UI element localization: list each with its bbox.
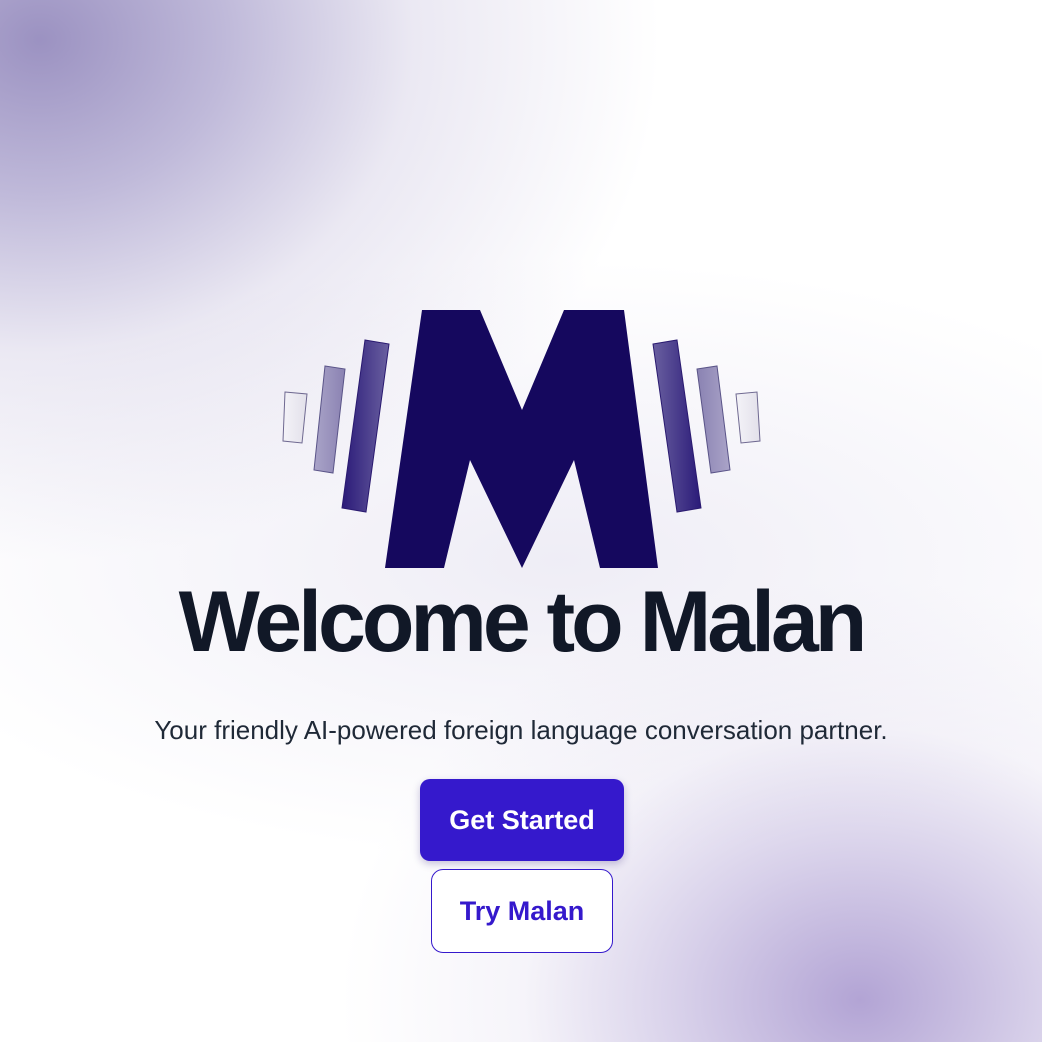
malan-logo-icon [282, 310, 761, 568]
soundwave-bar-right-outer [735, 391, 761, 444]
soundwave-bar-left-outer [282, 391, 308, 444]
get-started-button[interactable]: Get Started [420, 779, 624, 861]
try-malan-button[interactable]: Try Malan [431, 869, 613, 953]
soundwave-bar-right-inner [652, 339, 702, 513]
soundwave-bar-right-middle [696, 365, 731, 474]
page-subtitle: Your friendly AI-powered foreign languag… [154, 715, 888, 745]
soundwave-bar-left-middle [313, 365, 346, 474]
soundwave-bar-left-inner [341, 339, 390, 513]
m-letter-shape [385, 310, 658, 568]
page-title: Welcome to Malan [178, 574, 868, 670]
